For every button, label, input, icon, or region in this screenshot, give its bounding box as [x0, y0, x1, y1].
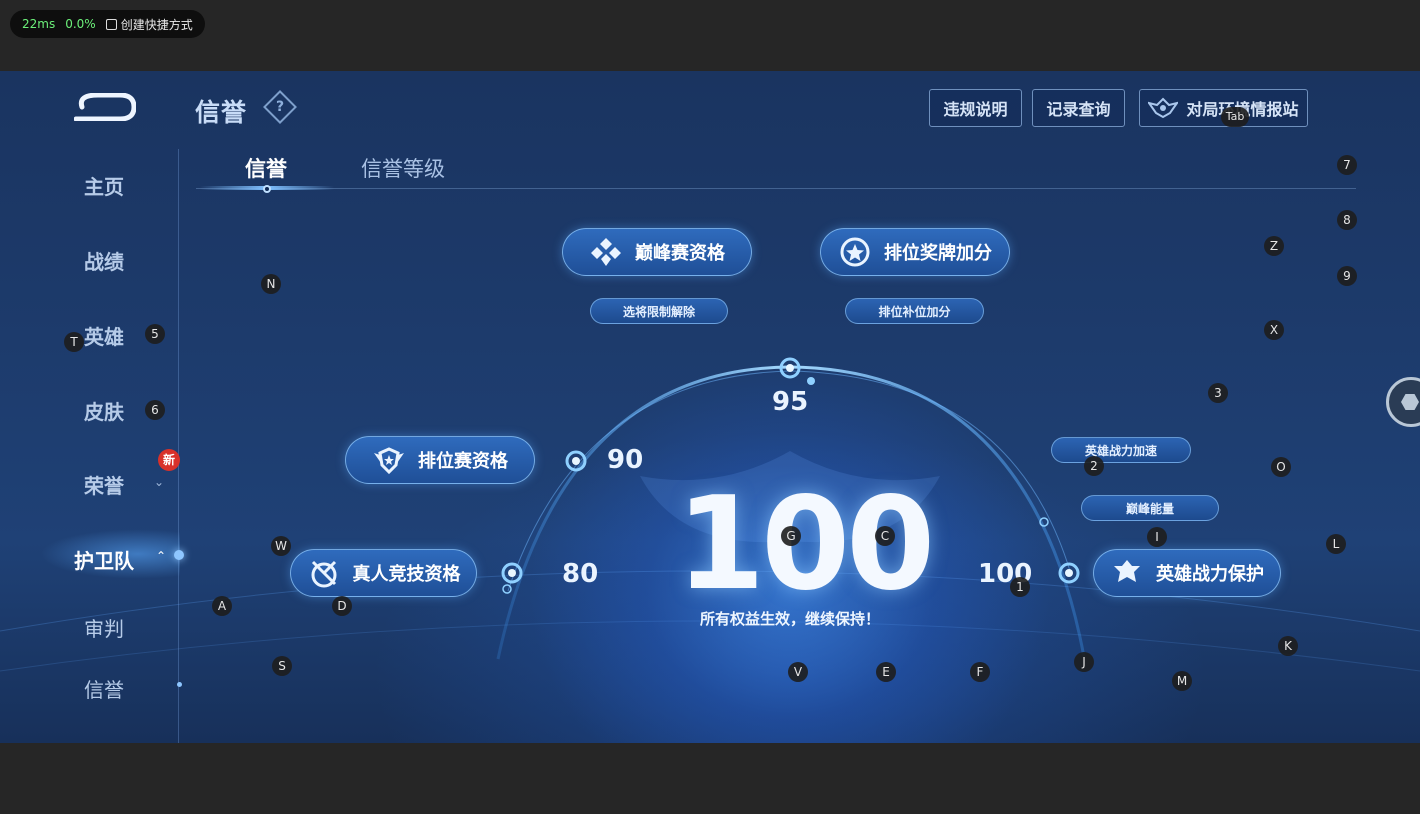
sidebar-item-credit[interactable]: 信誉 — [44, 674, 164, 703]
key-marker: I — [1147, 527, 1167, 547]
winged-shield-icon — [374, 447, 404, 475]
record-query-button[interactable]: 记录查询 — [1032, 89, 1125, 127]
new-badge: 新 — [158, 449, 180, 471]
key-marker: T — [64, 332, 84, 352]
key-marker: G — [781, 526, 801, 546]
key-marker: 5 — [145, 324, 165, 344]
rank-fill-bonus-button[interactable]: 排位补位加分 — [845, 298, 984, 324]
violation-info-button[interactable]: 违规说明 — [929, 89, 1022, 127]
latency-value: 22ms — [22, 17, 56, 31]
star-medal-icon — [840, 237, 870, 267]
page-title: 信誉 — [195, 98, 248, 127]
key-marker: C — [875, 526, 895, 546]
rank-medal-bonus-label: 排位奖牌加分 — [884, 243, 992, 264]
sidebar-divider — [178, 149, 179, 743]
status-overlay: 22ms 0.0% 创建快捷方式 — [10, 10, 205, 38]
game-view: 信誉 ? 违规说明 记录查询 对局环境情报站 主页 战绩 英雄 皮肤 荣誉 新 … — [0, 71, 1420, 743]
credit-status-text: 所有权益生效，继续保持！ — [699, 610, 880, 628]
loss-value: 0.0% — [65, 17, 96, 31]
back-icon[interactable] — [74, 93, 136, 121]
shortcut-label: 创建快捷方式 — [120, 17, 193, 32]
real-player-competition-label: 真人竞技资格 — [352, 564, 461, 585]
tab-credit[interactable]: 信誉 — [245, 153, 287, 183]
score-arc — [0, 357, 1420, 672]
key-marker: F — [970, 662, 990, 682]
sidebar-item-records[interactable]: 战绩 — [44, 246, 164, 275]
key-marker: V — [788, 662, 808, 682]
chevron-down-icon: ⌄ — [154, 475, 165, 489]
credit-indicator-dot — [177, 682, 182, 687]
key-marker: M — [1172, 671, 1192, 691]
hero-power-boost-button[interactable]: 英雄战力加速 — [1051, 437, 1191, 463]
key-marker: 7 — [1337, 155, 1357, 175]
tab-divider — [196, 188, 1356, 189]
key-marker: W — [271, 536, 291, 556]
key-marker: N — [261, 274, 281, 294]
key-marker: 8 — [1337, 210, 1357, 230]
key-marker: O — [1271, 457, 1291, 477]
sidebar-item-honor[interactable]: 荣誉 — [44, 470, 164, 499]
key-marker: D — [332, 596, 352, 616]
key-marker: K — [1278, 636, 1298, 656]
active-indicator-dot — [174, 550, 184, 560]
key-marker: 2 — [1084, 456, 1104, 476]
key-marker: X — [1264, 320, 1284, 340]
peak-energy-button[interactable]: 巅峰能量 — [1081, 495, 1219, 521]
key-marker: 1 — [1010, 577, 1030, 597]
tick-label-95: 95 — [772, 387, 809, 417]
key-marker: Tab — [1221, 107, 1249, 127]
sidebar-item-home[interactable]: 主页 — [44, 171, 164, 200]
diamond-cluster-icon — [591, 238, 621, 266]
pick-restriction-lifted-button[interactable]: 选将限制解除 — [590, 298, 728, 324]
tab-credit-level[interactable]: 信誉等级 — [361, 153, 445, 183]
real-player-competition-button[interactable]: 真人竞技资格 — [290, 549, 477, 597]
key-marker: L — [1326, 534, 1346, 554]
key-marker: 9 — [1337, 266, 1357, 286]
key-marker: 6 — [145, 400, 165, 420]
key-marker: 3 — [1208, 383, 1228, 403]
tick-label-90: 90 — [607, 445, 644, 475]
hero-power-protection-label: 英雄战力保护 — [1156, 564, 1264, 585]
shield-crest-icon — [1114, 560, 1140, 582]
peak-match-button[interactable]: 巅峰赛资格 — [562, 228, 752, 276]
peak-match-label: 巅峰赛资格 — [635, 243, 725, 264]
ranked-qualification-button[interactable]: 排位赛资格 — [345, 436, 535, 484]
help-glyph: ? — [275, 99, 285, 115]
shortcut-icon — [105, 18, 117, 30]
tick-label-80: 80 — [562, 559, 599, 589]
sidebar-item-judgment[interactable]: 审判 — [44, 613, 164, 642]
ranked-qualification-label: 排位赛资格 — [418, 451, 508, 472]
sidebar-item-guard-team[interactable]: 护卫队 — [44, 545, 164, 574]
tab-active-dot — [263, 185, 271, 193]
create-shortcut-link[interactable]: 创建快捷方式 — [105, 16, 193, 33]
chevron-up-icon: ⌃ — [156, 549, 167, 563]
rank-medal-bonus-button[interactable]: 排位奖牌加分 — [820, 228, 1010, 276]
key-marker: E — [876, 662, 896, 682]
hero-power-protection-button[interactable]: 英雄战力保护 — [1093, 549, 1281, 597]
key-marker: S — [272, 656, 292, 676]
crossed-swords-icon — [311, 560, 336, 588]
key-marker: J — [1074, 652, 1094, 672]
wings-emblem-icon — [1148, 97, 1179, 119]
key-marker: Z — [1264, 236, 1284, 256]
hexagon-icon — [1401, 394, 1419, 410]
key-marker: A — [212, 596, 232, 616]
